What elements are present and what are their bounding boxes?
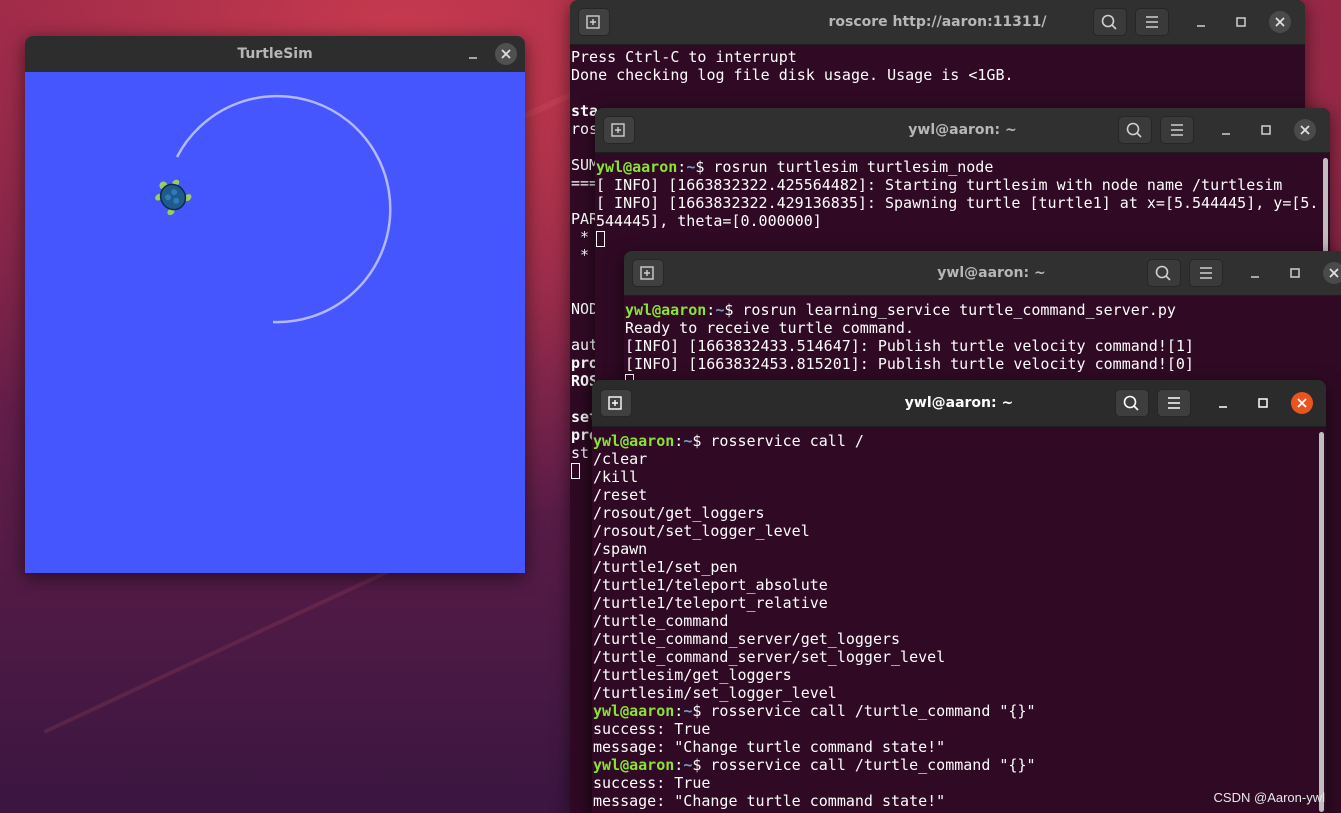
search-icon[interactable] — [1118, 116, 1152, 144]
close-icon[interactable] — [1269, 11, 1291, 33]
minimize-icon[interactable] — [1212, 392, 1234, 414]
maximize-icon[interactable] — [1284, 262, 1306, 284]
server-terminal-titlebar[interactable]: ywl@aaron: ~ — [624, 251, 1341, 296]
prompt-user: ywl@aaron — [596, 158, 678, 176]
service-item: /turtle1/set_pen — [593, 558, 738, 576]
prompt-line: ywl@aaron:~$ rosrun learning_service tur… — [625, 301, 1176, 319]
turtlesim-terminal-titlebar[interactable]: ywl@aaron: ~ — [595, 108, 1330, 153]
close-icon[interactable] — [495, 43, 517, 65]
service-item: /turtle_command — [593, 612, 729, 630]
prompt-line: ywl@aaron:~$ rosservice call / — [593, 432, 864, 450]
turtle-icon — [155, 179, 192, 216]
maximize-icon[interactable] — [1255, 119, 1277, 141]
search-icon[interactable] — [1115, 389, 1149, 417]
command-text: rosrun learning_service turtle_command_s… — [742, 301, 1176, 319]
prompt-path: ~ — [683, 756, 693, 774]
command-text: rosservice call /turtle_command "{}" — [710, 756, 1036, 774]
terminal-line: Done checking log file disk usage. Usage… — [571, 66, 1014, 84]
watermark: CSDN @Aaron-ywl — [1213, 790, 1325, 805]
scrollbar[interactable] — [1319, 432, 1324, 812]
close-icon[interactable] — [1294, 119, 1316, 141]
service-item: /turtlesim/get_loggers — [593, 666, 792, 684]
turtlesim-window[interactable]: TurtleSim — [25, 36, 525, 573]
terminal-cursor — [596, 231, 605, 247]
minimize-icon[interactable] — [462, 43, 484, 65]
close-icon[interactable] — [1291, 392, 1313, 414]
menu-icon[interactable] — [1189, 259, 1223, 287]
prompt-path: ~ — [715, 301, 725, 319]
active-terminal-output: ywl@aaron:~$ rosservice call //clear/kil… — [593, 429, 1326, 813]
minimize-icon[interactable] — [1215, 119, 1237, 141]
service-item: /reset — [593, 486, 648, 504]
terminal-line: Press Ctrl-C to interrupt — [571, 48, 797, 66]
maximize-icon[interactable] — [1252, 392, 1274, 414]
service-item: /spawn — [593, 540, 648, 558]
prompt-line: ywl@aaron:~$ rosservice call /turtle_com… — [593, 756, 1036, 774]
command-text: rosservice call / — [710, 432, 864, 450]
prompt-line: ywl@aaron:~$ rosservice call /turtle_com… — [593, 702, 1036, 720]
maximize-icon[interactable] — [1230, 11, 1252, 33]
service-item: /turtle1/teleport_relative — [593, 594, 828, 612]
new-tab-icon[interactable] — [603, 116, 635, 144]
prompt-path: ~ — [683, 432, 693, 450]
service-item: /clear — [593, 450, 648, 468]
menu-icon[interactable] — [1157, 389, 1191, 417]
terminal-line: Ready to receive turtle command. — [625, 319, 914, 337]
terminal-line: ​ — [571, 84, 1305, 102]
new-tab-icon[interactable] — [632, 259, 664, 287]
terminal-cursor — [571, 463, 580, 479]
search-icon[interactable] — [1147, 259, 1181, 287]
menu-icon[interactable] — [1135, 8, 1169, 36]
minimize-icon[interactable] — [1190, 11, 1212, 33]
new-tab-icon[interactable] — [600, 389, 632, 417]
service-item: /turtle_command_server/get_loggers — [593, 630, 901, 648]
active-terminal-titlebar[interactable]: ywl@aaron: ~ — [592, 380, 1326, 427]
service-item: /kill — [593, 468, 639, 486]
prompt-user: ywl@aaron — [593, 756, 675, 774]
terminal-line — [596, 230, 1330, 248]
service-item: /rosout/set_logger_level — [593, 522, 810, 540]
command-text: rosservice call /turtle_command "{}" — [710, 702, 1036, 720]
prompt-line: ywl@aaron:~$ rosrun turtlesim turtlesim_… — [596, 158, 994, 176]
terminal-line: [INFO] [1663832453.815201]: Publish turt… — [625, 355, 1194, 373]
minimize-icon[interactable] — [1244, 262, 1266, 284]
command-text: rosrun turtlesim turtlesim_node — [713, 158, 994, 176]
server-terminal-title: ywl@aaron: ~ — [937, 265, 1046, 281]
terminal-line: [ INFO] [1663832322.425564482]: Starting… — [596, 176, 1283, 194]
prompt-path: ~ — [686, 158, 696, 176]
terminal-line: [ INFO] [1663832322.429136835]: Spawning… — [596, 194, 1319, 212]
service-item: /turtlesim/set_logger_level — [593, 684, 837, 702]
service-item: /rosout/get_loggers — [593, 504, 765, 522]
prompt-user: ywl@aaron — [625, 301, 707, 319]
turtlesim-titlebar[interactable]: TurtleSim — [25, 36, 525, 73]
menu-icon[interactable] — [1160, 116, 1194, 144]
service-item: /turtle1/teleport_absolute — [593, 576, 828, 594]
service-item: /turtle_command_server/set_logger_level — [593, 648, 946, 666]
prompt-user: ywl@aaron — [593, 702, 675, 720]
close-icon[interactable] — [1323, 262, 1341, 284]
roscore-titlebar[interactable]: roscore http://aaron:11311/ — [570, 0, 1305, 45]
search-icon[interactable] — [1093, 8, 1127, 36]
new-tab-icon[interactable] — [578, 8, 610, 36]
turtlesim-canvas — [25, 72, 525, 573]
terminal-line: message: "Change turtle command state!" — [593, 738, 946, 756]
turtle-trail — [175, 94, 392, 324]
terminal-line: 544445], theta=[0.000000] — [596, 212, 822, 230]
active-terminal-window[interactable]: ywl@aaron: ~ ywl@aaron:~$ rosservice cal… — [592, 380, 1326, 813]
turtlesim-title: TurtleSim — [237, 46, 313, 62]
prompt-path: ~ — [683, 702, 693, 720]
prompt-user: ywl@aaron — [593, 432, 675, 450]
terminal-line: [INFO] [1663832433.514647]: Publish turt… — [625, 337, 1194, 355]
terminal-line: success: True — [593, 720, 711, 738]
